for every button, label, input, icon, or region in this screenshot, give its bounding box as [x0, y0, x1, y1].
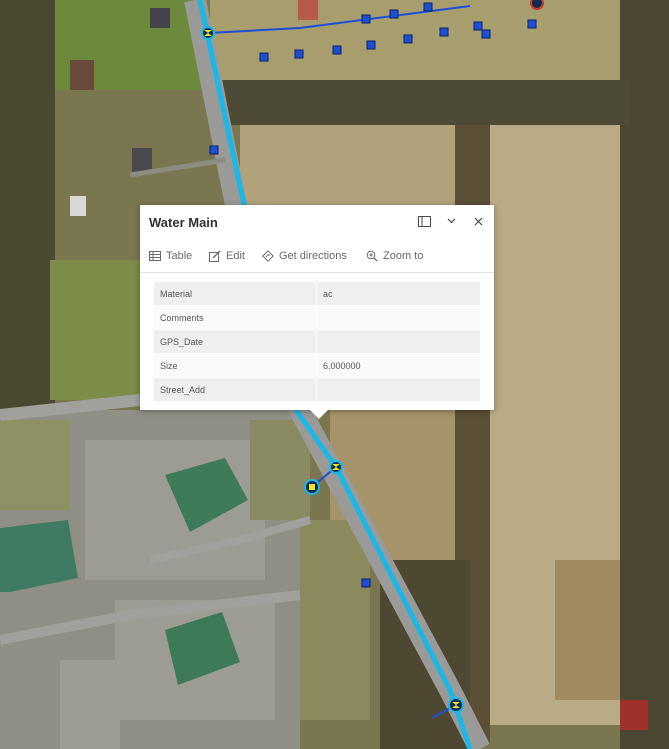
building-roof	[70, 196, 86, 216]
service-point-icon[interactable]	[389, 9, 399, 19]
dock-button[interactable]	[416, 213, 432, 229]
popup-divider	[140, 272, 494, 273]
service-point-icon[interactable]	[366, 40, 376, 50]
close-icon	[474, 217, 482, 225]
service-point-icon[interactable]	[209, 145, 219, 155]
attribute-value	[316, 329, 480, 354]
table-icon	[149, 251, 161, 261]
popup-actions: Table Edit Get directions Zoom to	[140, 245, 494, 267]
attribute-value: ac	[316, 282, 480, 306]
service-point-icon[interactable]	[473, 21, 483, 31]
lawn-area	[50, 260, 140, 400]
zoom-to-label: Zoom to	[383, 250, 424, 262]
attribute-row: Street_Add	[154, 377, 480, 402]
service-point-icon[interactable]	[481, 29, 491, 39]
table-action-label: Table	[166, 250, 193, 262]
attribute-value	[316, 305, 480, 330]
attribute-row: Size 6.000000	[154, 353, 480, 378]
get-directions-button[interactable]: Get directions	[262, 247, 347, 265]
collapse-button[interactable]	[443, 213, 459, 229]
attribute-row: GPS_Date	[154, 329, 480, 354]
directions-icon	[262, 250, 274, 262]
attribute-row: Material ac	[154, 282, 480, 306]
feature-popup: Water Main Table Edit Get directions Zoo…	[140, 205, 494, 419]
attribute-row: Comments	[154, 305, 480, 330]
service-point-icon[interactable]	[423, 2, 433, 12]
table-action-button[interactable]: Table	[149, 247, 192, 265]
edit-action-button[interactable]: Edit	[209, 247, 245, 265]
building-roof	[70, 60, 94, 90]
edit-icon	[209, 250, 221, 262]
valve-icon[interactable]	[329, 460, 343, 474]
attribute-field: Comments	[154, 305, 317, 330]
service-point-icon[interactable]	[361, 578, 371, 588]
service-point-icon[interactable]	[527, 19, 537, 29]
zoom-to-button[interactable]: Zoom to	[366, 247, 423, 265]
attribute-field: Street_Add	[154, 377, 317, 402]
field-area	[240, 125, 475, 210]
forest-area	[0, 0, 55, 410]
parking-lot	[85, 440, 265, 580]
attribute-table: Material ac Comments GPS_Date Size 6.000…	[154, 282, 480, 402]
service-point-icon[interactable]	[403, 34, 413, 44]
attribute-field: GPS_Date	[154, 329, 317, 354]
service-point-icon[interactable]	[332, 45, 342, 55]
edit-action-label: Edit	[226, 250, 245, 262]
dock-icon	[417, 215, 431, 227]
chevron-down-icon	[447, 218, 455, 224]
service-point-icon[interactable]	[361, 14, 371, 24]
close-button[interactable]	[470, 213, 486, 229]
popup-title: Water Main	[149, 215, 218, 230]
service-point-icon[interactable]	[294, 49, 304, 59]
hydrant-icon[interactable]	[304, 479, 320, 495]
forest-area	[210, 80, 630, 125]
parking-lot	[60, 660, 120, 749]
hydrant-icon[interactable]	[530, 0, 544, 10]
popup-header: Water Main	[140, 205, 494, 239]
lawn-area	[0, 420, 70, 510]
valve-icon[interactable]	[201, 26, 215, 40]
building-roof	[620, 700, 648, 730]
building-roof	[298, 0, 318, 20]
attribute-value	[316, 377, 480, 402]
zoom-in-icon	[366, 250, 378, 262]
attribute-field: Material	[154, 282, 317, 306]
valve-icon[interactable]	[448, 697, 464, 713]
attribute-field: Size	[154, 353, 317, 378]
building-roof	[150, 8, 170, 28]
service-point-icon[interactable]	[259, 52, 269, 62]
get-directions-label: Get directions	[279, 250, 347, 262]
service-point-icon[interactable]	[439, 27, 449, 37]
attribute-value: 6.000000	[316, 353, 480, 378]
